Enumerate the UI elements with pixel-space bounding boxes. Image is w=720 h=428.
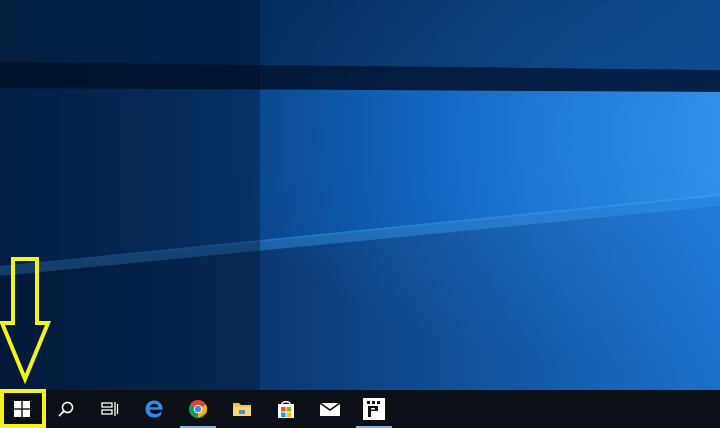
windows-logo-icon	[14, 401, 30, 417]
taskbar	[0, 390, 720, 428]
store-button[interactable]	[264, 390, 308, 428]
desktop-screen	[0, 0, 720, 428]
desktop-wallpaper[interactable]	[0, 0, 720, 390]
search-button[interactable]	[44, 390, 88, 428]
edge-icon	[145, 400, 163, 418]
mail-button[interactable]	[308, 390, 352, 428]
chrome-icon	[188, 400, 208, 418]
app-button[interactable]	[352, 390, 396, 428]
mail-icon	[319, 402, 341, 416]
task-view-button[interactable]	[88, 390, 132, 428]
chrome-button[interactable]	[176, 390, 220, 428]
task-view-icon	[101, 402, 119, 416]
file-explorer-button[interactable]	[220, 390, 264, 428]
start-button[interactable]	[0, 390, 44, 428]
search-icon	[58, 401, 74, 417]
edge-button[interactable]	[132, 390, 176, 428]
app-p-icon	[363, 398, 385, 420]
store-icon	[278, 401, 294, 418]
folder-icon	[233, 403, 251, 416]
